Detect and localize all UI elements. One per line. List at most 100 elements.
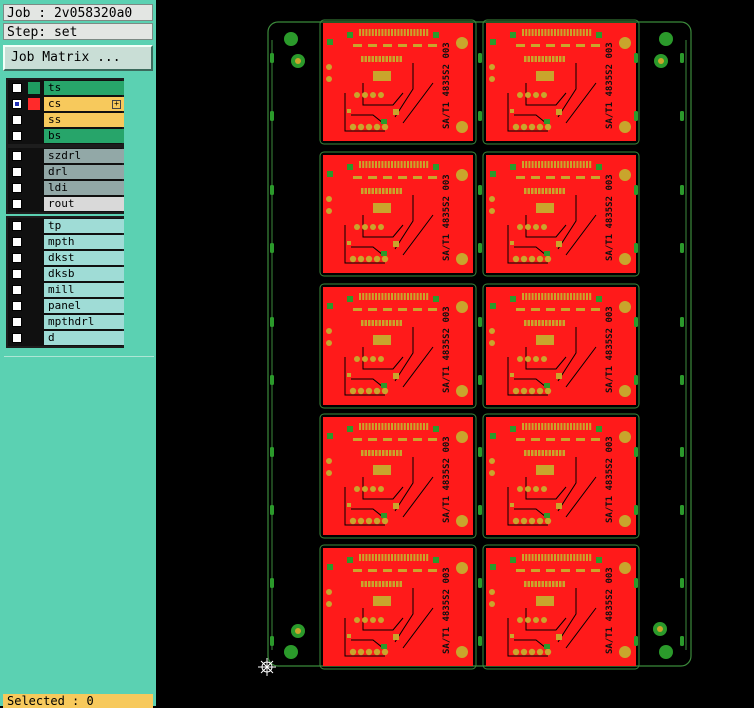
mounting-pad bbox=[456, 169, 468, 181]
pad-cluster bbox=[517, 486, 523, 492]
component-pad bbox=[373, 465, 391, 475]
layer-checkbox-drl[interactable] bbox=[12, 167, 22, 177]
break-tab bbox=[270, 53, 274, 63]
mounting-pad bbox=[456, 646, 468, 658]
layer-checkbox-mill[interactable] bbox=[12, 285, 22, 295]
dash-pad bbox=[546, 569, 555, 572]
layer-checkbox-mpthdrl[interactable] bbox=[12, 317, 22, 327]
layer-row-dkst[interactable]: dkst bbox=[8, 250, 124, 266]
layer-name-ss[interactable]: ss bbox=[44, 113, 124, 127]
layer-row-rout[interactable]: rout bbox=[8, 196, 124, 212]
layer-name-mpthdrl[interactable]: mpthdrl bbox=[44, 315, 124, 329]
layer-color-swatch[interactable] bbox=[28, 82, 40, 94]
layer-row-ldi[interactable]: ldi bbox=[8, 180, 124, 196]
layer-name-mill[interactable]: mill bbox=[44, 283, 124, 297]
layer-checkbox-szdrl[interactable] bbox=[12, 151, 22, 161]
connector-pad bbox=[394, 293, 397, 300]
layer-row-mpthdrl[interactable]: mpthdrl bbox=[8, 314, 124, 330]
ic-pad bbox=[361, 188, 364, 194]
layer-row-ts[interactable]: ts bbox=[8, 80, 124, 96]
layer-checkbox-rout[interactable] bbox=[12, 199, 22, 209]
layer-row-panel[interactable]: panel bbox=[8, 298, 124, 314]
pad-cluster bbox=[536, 387, 544, 395]
layer-name-mpth[interactable]: mpth bbox=[44, 235, 124, 249]
layer-name-tp[interactable]: tp bbox=[44, 219, 124, 233]
layer-name-d[interactable]: d bbox=[44, 331, 124, 345]
ic-pad bbox=[552, 56, 555, 62]
layer-color-swatch[interactable] bbox=[28, 166, 40, 178]
pcb-panel-view[interactable]: SA/T1 4835S2 003 SA/T1 4835S2 003 SA/T1 48… bbox=[158, 0, 754, 706]
layer-color-swatch[interactable] bbox=[28, 284, 40, 296]
dash-pad bbox=[591, 569, 600, 572]
layer-name-rout[interactable]: rout bbox=[44, 197, 124, 211]
layer-name-panel[interactable]: panel bbox=[44, 299, 124, 313]
layer-color-swatch[interactable] bbox=[28, 252, 40, 264]
via-pad bbox=[326, 601, 332, 607]
layer-color-swatch[interactable] bbox=[28, 316, 40, 328]
layer-color-swatch[interactable] bbox=[28, 300, 40, 312]
layer-color-swatch[interactable] bbox=[28, 150, 40, 162]
layer-name-dksb[interactable]: dksb bbox=[44, 267, 124, 281]
layer-row-drl[interactable]: drl bbox=[8, 164, 124, 180]
layer-row-mpth[interactable]: mpth bbox=[8, 234, 124, 250]
layer-checkbox-panel[interactable] bbox=[12, 301, 22, 311]
layer-color-swatch[interactable] bbox=[28, 236, 40, 248]
layer-checkbox-ldi[interactable] bbox=[12, 183, 22, 193]
dash-pad bbox=[368, 44, 377, 47]
connector-pad bbox=[375, 293, 377, 300]
via-pad bbox=[326, 196, 332, 202]
layer-checkbox-dkst[interactable] bbox=[12, 253, 22, 263]
layer-name-ts[interactable]: ts bbox=[44, 81, 124, 95]
layer-row-bs[interactable]: bs bbox=[8, 128, 124, 144]
layer-color-swatch[interactable] bbox=[28, 182, 40, 194]
layer-checkbox-ts[interactable] bbox=[12, 83, 22, 93]
layer-row-szdrl[interactable]: szdrl bbox=[8, 148, 124, 164]
layer-color-swatch[interactable] bbox=[28, 198, 40, 210]
layer-checkbox-mpth[interactable] bbox=[12, 237, 22, 247]
pad-cluster bbox=[365, 387, 373, 395]
layer-name-ldi[interactable]: ldi bbox=[44, 181, 124, 195]
via-pad bbox=[326, 64, 332, 70]
layer-checkbox-d[interactable] bbox=[12, 333, 22, 343]
connector-pad bbox=[403, 554, 406, 561]
pad-cluster bbox=[533, 617, 539, 623]
layer-row-tp[interactable]: tp bbox=[8, 218, 124, 234]
layer-name-dkst[interactable]: dkst bbox=[44, 251, 124, 265]
layer-checkbox-bs[interactable] bbox=[12, 131, 22, 141]
layer-checkbox-cs[interactable] bbox=[12, 99, 22, 109]
dash-pad bbox=[591, 308, 600, 311]
dash-pad bbox=[428, 44, 437, 47]
connector-pad bbox=[397, 161, 400, 168]
layer-name-bs[interactable]: bs bbox=[44, 129, 124, 143]
dash-pad bbox=[576, 176, 585, 179]
layer-color-swatch[interactable] bbox=[28, 332, 40, 344]
layer-color-swatch[interactable] bbox=[28, 268, 40, 280]
layer-checkbox-dksb[interactable] bbox=[12, 269, 22, 279]
pad-cluster bbox=[536, 255, 544, 263]
layer-color-swatch[interactable] bbox=[28, 220, 40, 232]
layer-row-d[interactable]: d bbox=[8, 330, 124, 346]
ic-pad bbox=[396, 56, 399, 62]
layer-checkbox-tp[interactable] bbox=[12, 221, 22, 231]
layer-name-szdrl[interactable]: szdrl bbox=[44, 149, 124, 163]
layer-name-drl[interactable]: drl bbox=[44, 165, 124, 179]
pad-cluster bbox=[541, 92, 547, 98]
layer-checkbox-ss[interactable] bbox=[12, 115, 22, 125]
layer-row-ss[interactable]: ss bbox=[8, 112, 124, 128]
pad-cluster bbox=[525, 486, 531, 492]
connector-pad bbox=[579, 29, 582, 36]
layer-row-dksb[interactable]: dksb bbox=[8, 266, 124, 282]
connector-pad bbox=[573, 423, 576, 430]
connector-pad bbox=[365, 554, 368, 561]
layer-row-cs[interactable]: cs + bbox=[8, 96, 124, 112]
graphic-canvas[interactable]: SA/T1 4835S2 003 SA/T1 4835S2 003 SA/T1 48… bbox=[158, 0, 754, 706]
layer-color-swatch[interactable] bbox=[28, 130, 40, 142]
layer-name-cs[interactable]: cs + bbox=[44, 97, 124, 111]
job-matrix-button[interactable]: Job Matrix ... bbox=[3, 45, 153, 71]
square-pad bbox=[490, 171, 496, 177]
layer-row-mill[interactable]: mill bbox=[8, 282, 124, 298]
ic-pad bbox=[559, 56, 562, 62]
layer-color-swatch[interactable] bbox=[28, 114, 40, 126]
layer-color-swatch[interactable] bbox=[28, 98, 40, 110]
dash-pad bbox=[546, 176, 555, 179]
